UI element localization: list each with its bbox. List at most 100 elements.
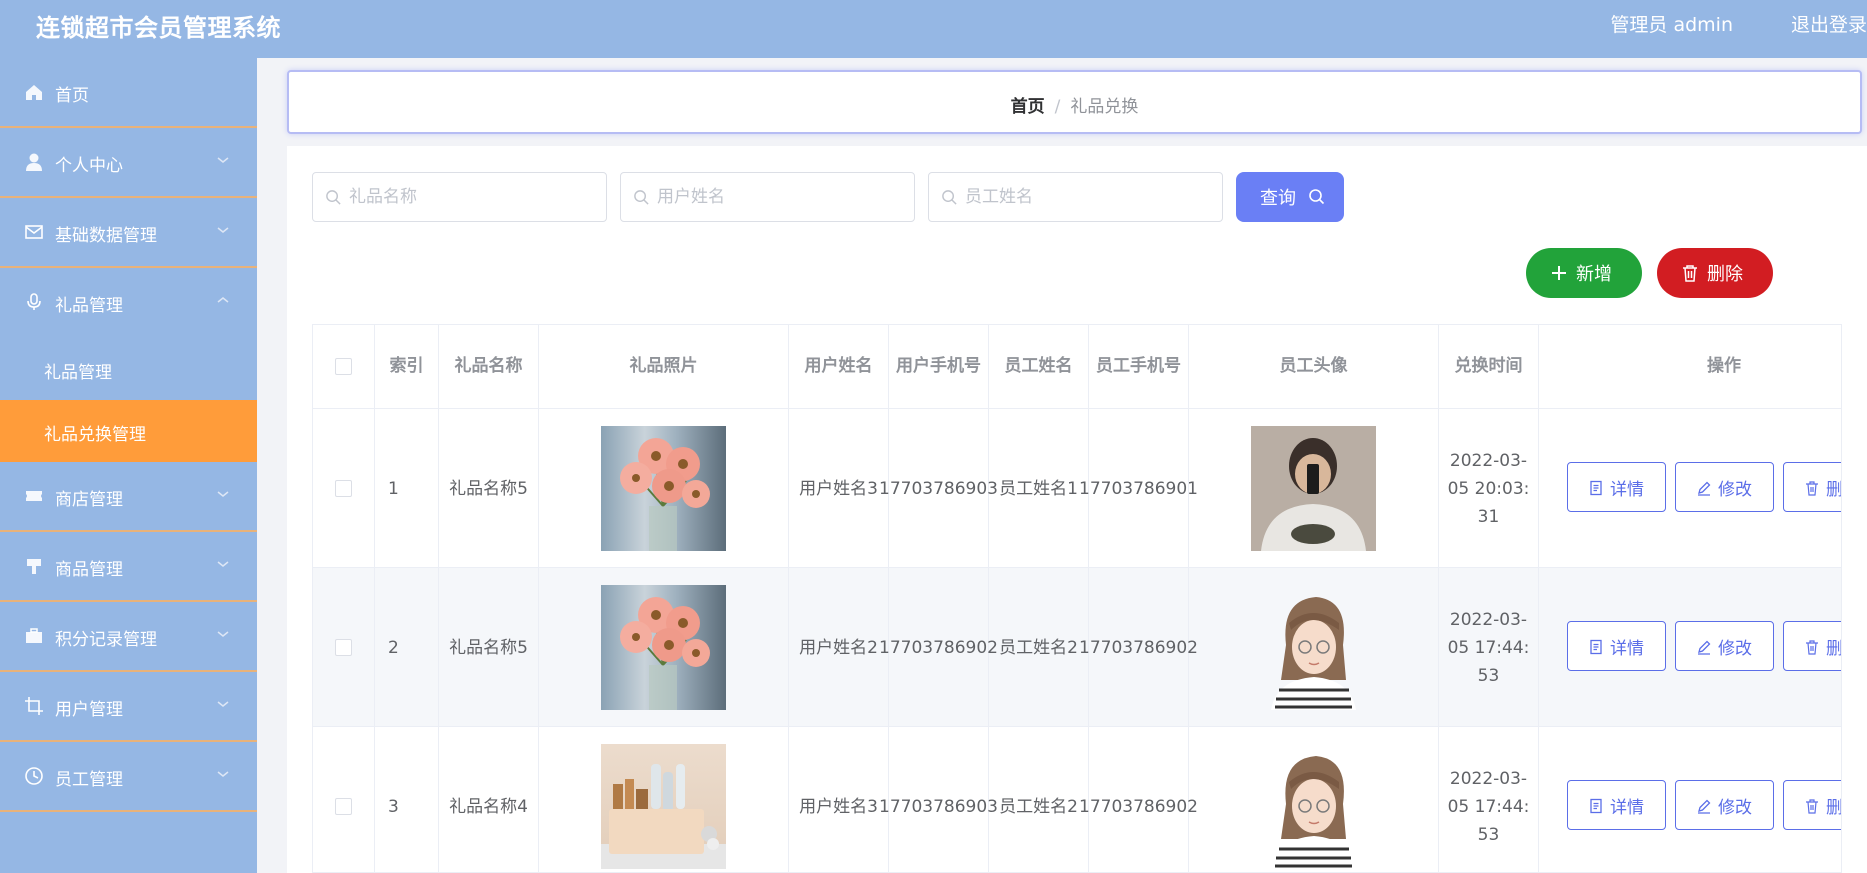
plus-icon [1552, 266, 1566, 280]
row-delete-button-label: 删除 [1826, 798, 1842, 818]
header-operation: 操作 [1539, 325, 1841, 409]
detail-button[interactable]: 详情 [1567, 780, 1666, 830]
gift-name-input[interactable] [349, 183, 599, 211]
sidebar-item-personal-center[interactable]: 个人中心 [0, 128, 257, 198]
app-title: 连锁超市会员管理系统 [36, 14, 281, 42]
user-phone-cell: 17703786902 [879, 568, 998, 727]
sidebar: 首页 个人中心 基础数据管理 礼品管理 礼品管理 礼品兑换管理 商店管理 商品管… [0, 58, 257, 873]
logout-link[interactable]: 退出登录 [1791, 10, 1867, 37]
row-delete-button-label: 删除 [1826, 639, 1842, 659]
header-select-all [313, 325, 375, 409]
staff-avatar-cell [1189, 568, 1439, 727]
sidebar-item-product-management[interactable]: 商品管理 [0, 532, 257, 602]
sidebar-item-store-management[interactable]: 商店管理 [0, 462, 257, 532]
sidebar-item-gift-management[interactable]: 礼品管理 [0, 268, 257, 338]
edit-button-label: 修改 [1718, 639, 1752, 659]
staff-name-input[interactable] [965, 183, 1215, 211]
search-icon [634, 190, 649, 205]
edit-button[interactable]: 修改 [1675, 462, 1774, 512]
row-delete-button-label: 删除 [1826, 480, 1842, 500]
top-header: 连锁超市会员管理系统 管理员 admin 退出登录 [0, 0, 1867, 58]
header-user-phone: 用户手机号 [889, 325, 989, 409]
exchange-time-cell: 2022-03-05 17:44:53 [1439, 568, 1539, 727]
user-name-cell: 用户姓名2 [789, 568, 889, 727]
edit-icon [1698, 799, 1711, 814]
user-name-search [620, 172, 915, 222]
sidebar-item-home[interactable]: 首页 [0, 58, 257, 128]
chevron-down-icon [217, 631, 229, 637]
sidebar-item-label: 用户管理 [55, 700, 123, 720]
row-delete-button[interactable]: 删除 [1783, 462, 1842, 512]
chevron-down-icon [217, 157, 229, 163]
gift-photo-cell [539, 409, 789, 568]
chevron-down-icon [217, 491, 229, 497]
trash-icon [1683, 265, 1697, 282]
edit-button-label: 修改 [1718, 480, 1752, 500]
gift-photo-cell [539, 568, 789, 727]
operation-cell: 详情 修改 删除 [1539, 568, 1842, 727]
header-staff-phone: 员工手机号 [1089, 325, 1189, 409]
operation-cell: 详情 修改 删除 [1539, 727, 1842, 872]
document-icon [1590, 639, 1602, 655]
exchange-time-cell: 2022-03-05 20:03:31 [1439, 409, 1539, 568]
sidebar-item-label: 礼品管理 [55, 296, 123, 316]
cartoon-girl-image [1251, 744, 1376, 869]
staff-name-cell: 员工姓名2 [989, 727, 1089, 872]
edit-button[interactable]: 修改 [1675, 780, 1774, 830]
sidebar-item-user-management[interactable]: 用户管理 [0, 672, 257, 742]
edit-button[interactable]: 修改 [1675, 621, 1774, 671]
header-user-name: 用户姓名 [789, 325, 889, 409]
delete-button[interactable]: 删除 [1657, 248, 1773, 298]
user-name-cell: 用户姓名3 [789, 727, 889, 872]
sidebar-subitem-gift-management[interactable]: 礼品管理 [0, 338, 257, 400]
staff-name-cell: 员工姓名2 [989, 568, 1089, 727]
breadcrumb-home[interactable]: 首页 [1011, 97, 1045, 117]
row-checkbox[interactable] [335, 798, 352, 815]
user-name-input[interactable] [657, 183, 907, 211]
detail-button-label: 详情 [1610, 480, 1644, 500]
select-all-checkbox[interactable] [335, 358, 352, 375]
gift-photo [601, 426, 726, 551]
search-icon [942, 190, 957, 205]
sidebar-subitem-gift-exchange[interactable]: 礼品兑换管理 [0, 400, 257, 462]
sidebar-subitem-label: 礼品管理 [44, 363, 112, 383]
gift-photo [601, 585, 726, 710]
current-user-label: 管理员 admin [1610, 14, 1733, 36]
sidebar-item-staff-management[interactable]: 员工管理 [0, 742, 257, 812]
query-button-label: 查询 [1260, 188, 1296, 209]
header-exchange-time: 兑换时间 [1439, 325, 1539, 409]
staff-avatar-cell [1189, 409, 1439, 568]
breadcrumb-separator: / [1054, 97, 1061, 117]
sidebar-item-base-data[interactable]: 基础数据管理 [0, 198, 257, 268]
clock-icon [25, 767, 43, 785]
row-checkbox[interactable] [335, 639, 352, 656]
sidebar-item-label: 积分记录管理 [55, 630, 157, 650]
edit-icon [1698, 640, 1711, 655]
index-cell: 2 [375, 568, 439, 727]
user-phone-cell: 17703786903 [879, 409, 998, 568]
trash-icon [1806, 799, 1818, 814]
sidebar-item-label: 员工管理 [55, 770, 123, 790]
user-icon [26, 153, 42, 171]
cartoon-girl-image [1251, 585, 1376, 710]
user-phone-cell: 17703786903 [879, 727, 998, 872]
sidebar-item-points-records[interactable]: 积分记录管理 [0, 602, 257, 672]
detail-button[interactable]: 详情 [1567, 621, 1666, 671]
query-button[interactable]: 查询 [1236, 172, 1344, 222]
row-delete-button[interactable]: 删除 [1783, 780, 1842, 830]
row-delete-button[interactable]: 删除 [1783, 621, 1842, 671]
staff-phone-cell: 17703786901 [1079, 409, 1198, 568]
edit-icon [1698, 481, 1711, 496]
row-select-cell [313, 568, 375, 727]
row-checkbox[interactable] [335, 480, 352, 497]
search-icon [326, 190, 341, 205]
edit-button-label: 修改 [1718, 798, 1752, 818]
header-staff-avatar: 员工头像 [1189, 325, 1439, 409]
exchange-table: 索引 礼品名称 礼品照片 用户姓名 用户手机号 员工姓名 员工手机号 员工头像 … [312, 324, 1842, 873]
gift-name-cell: 礼品名称5 [439, 409, 539, 568]
detail-button[interactable]: 详情 [1567, 462, 1666, 512]
row-select-cell [313, 727, 375, 872]
gift-box-image [601, 764, 726, 869]
sidebar-item-label: 商店管理 [55, 490, 123, 510]
add-button[interactable]: 新增 [1526, 248, 1642, 298]
